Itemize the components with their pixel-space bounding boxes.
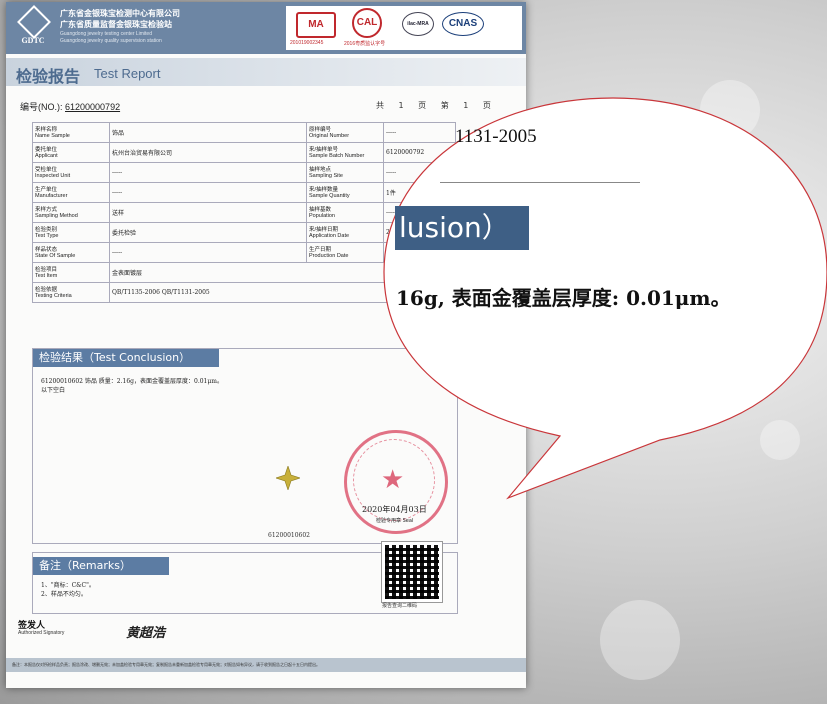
callout-conclusion-heading: lusion）	[395, 206, 529, 250]
callout-conclusion-text: 16g, 表面金覆盖层厚度: 0.01μm。	[396, 286, 731, 310]
callout-criteria-text: 1131-2005	[455, 126, 537, 147]
callout-divider	[440, 182, 640, 183]
magnifier-callout	[383, 97, 827, 500]
